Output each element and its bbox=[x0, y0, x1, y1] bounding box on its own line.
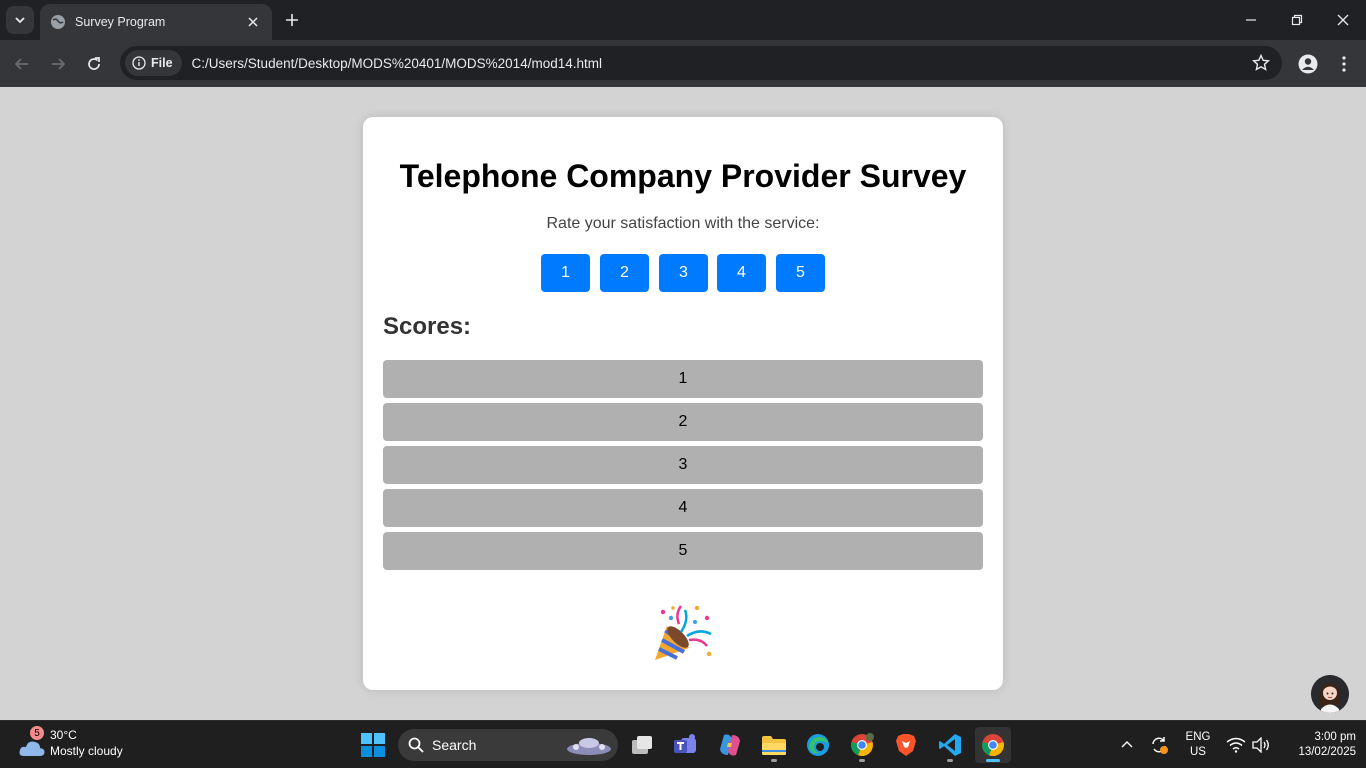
score-row: 1 bbox=[383, 360, 983, 398]
taskbar-edge[interactable] bbox=[800, 727, 836, 763]
taskbar-brave[interactable] bbox=[888, 727, 924, 763]
taskbar: 5 30°C Mostly cloudy Search ENG US 3:00 … bbox=[0, 720, 1366, 768]
start-button[interactable] bbox=[355, 727, 391, 763]
rate-button-3[interactable]: 3 bbox=[659, 254, 708, 292]
taskbar-task-view[interactable] bbox=[624, 727, 660, 763]
reload-button[interactable] bbox=[80, 50, 108, 78]
floating-avatar-button[interactable] bbox=[1311, 675, 1349, 713]
score-row: 4 bbox=[383, 489, 983, 527]
score-row: 5 bbox=[383, 532, 983, 570]
weather-temperature: 30°C bbox=[50, 728, 77, 742]
avatar-icon bbox=[1311, 675, 1349, 713]
taskbar-copilot[interactable] bbox=[712, 727, 748, 763]
bookmark-star-icon[interactable] bbox=[1252, 54, 1270, 72]
profile-icon bbox=[1298, 54, 1318, 74]
scores-heading: Scores: bbox=[383, 313, 472, 340]
running-indicator bbox=[947, 759, 953, 762]
tab-search-button[interactable] bbox=[6, 6, 34, 34]
weather-description: Mostly cloudy bbox=[50, 744, 123, 758]
close-window-button[interactable] bbox=[1320, 0, 1366, 40]
copilot-icon bbox=[720, 734, 740, 756]
rate-button-2[interactable]: 2 bbox=[600, 254, 649, 292]
taskbar-search[interactable]: Search bbox=[398, 729, 618, 761]
edge-icon bbox=[807, 734, 829, 756]
weather-widget[interactable]: 5 30°C Mostly cloudy bbox=[14, 726, 154, 764]
rating-buttons: 1 2 3 4 5 bbox=[541, 254, 831, 292]
sync-status-button[interactable] bbox=[1142, 727, 1176, 763]
profile-button[interactable] bbox=[1294, 50, 1322, 78]
rate-button-5[interactable]: 5 bbox=[776, 254, 825, 292]
taskbar-file-explorer[interactable] bbox=[756, 727, 792, 763]
search-label: Search bbox=[432, 737, 477, 753]
network-volume-button[interactable] bbox=[1220, 727, 1276, 763]
more-vertical-icon bbox=[1342, 56, 1346, 72]
chrome-icon bbox=[851, 733, 874, 757]
score-row: 2 bbox=[383, 403, 983, 441]
sync-icon bbox=[1152, 737, 1168, 754]
new-tab-button[interactable] bbox=[280, 8, 304, 32]
active-tab[interactable]: Survey Program bbox=[40, 4, 272, 40]
windows-logo-icon bbox=[361, 733, 385, 757]
tab-strip: Survey Program bbox=[0, 0, 1366, 40]
chevron-up-icon bbox=[1121, 741, 1133, 748]
plus-icon bbox=[286, 14, 298, 26]
language-indicator[interactable]: ENG US bbox=[1180, 730, 1216, 760]
chrome-icon bbox=[982, 734, 1004, 757]
rate-button-1[interactable]: 1 bbox=[541, 254, 590, 292]
url-text[interactable]: C:/Users/Student/Desktop/MODS%20401/MODS… bbox=[192, 56, 602, 71]
active-indicator bbox=[986, 759, 1000, 762]
arrow-right-icon bbox=[52, 58, 66, 70]
restore-icon bbox=[1291, 14, 1303, 26]
rating-prompt: Rate your satisfaction with the service: bbox=[546, 215, 820, 232]
volume-icon bbox=[1252, 737, 1269, 753]
clock-date: 13/02/2025 bbox=[1298, 746, 1356, 758]
brave-icon bbox=[896, 734, 916, 756]
close-icon bbox=[248, 17, 258, 27]
taskbar-chrome-profile[interactable] bbox=[844, 727, 880, 763]
party-popper-icon bbox=[655, 605, 712, 660]
restore-button[interactable] bbox=[1274, 0, 1320, 40]
browser-menu-button[interactable] bbox=[1330, 50, 1358, 78]
teams-icon bbox=[674, 734, 696, 753]
taskbar-teams[interactable] bbox=[667, 727, 703, 763]
reload-icon bbox=[88, 57, 100, 70]
search-highlight-icon bbox=[567, 738, 611, 755]
forward-button[interactable] bbox=[44, 50, 72, 78]
taskbar-chrome-active[interactable] bbox=[975, 727, 1011, 763]
back-button[interactable] bbox=[8, 50, 36, 78]
page-title: Telephone Company Provider Survey bbox=[399, 158, 967, 194]
wifi-icon bbox=[1226, 737, 1246, 753]
minimize-icon bbox=[1246, 19, 1256, 21]
address-bar[interactable]: File C:/Users/Student/Desktop/MODS%20401… bbox=[120, 46, 1282, 80]
chevron-down-icon bbox=[15, 17, 25, 24]
cloud-icon bbox=[19, 741, 45, 756]
minimize-button[interactable] bbox=[1228, 0, 1274, 40]
rate-button-4[interactable]: 4 bbox=[717, 254, 766, 292]
survey-card: Telephone Company Provider Survey Rate y… bbox=[363, 117, 1003, 690]
search-icon bbox=[408, 737, 424, 753]
running-indicator bbox=[859, 759, 865, 762]
show-hidden-icons-button[interactable] bbox=[1110, 727, 1144, 763]
site-chip-label: File bbox=[151, 56, 173, 70]
score-row: 3 bbox=[383, 446, 983, 484]
weather-badge: 5 bbox=[30, 726, 44, 740]
vscode-icon bbox=[939, 734, 961, 756]
globe-icon bbox=[51, 15, 65, 29]
task-view-icon bbox=[632, 736, 652, 754]
taskbar-vscode[interactable] bbox=[932, 727, 968, 763]
page-viewport: Telephone Company Provider Survey Rate y… bbox=[0, 87, 1366, 720]
arrow-left-icon bbox=[14, 58, 28, 70]
browser-toolbar: File C:/Users/Student/Desktop/MODS%20401… bbox=[0, 40, 1366, 87]
site-info-chip[interactable]: File bbox=[125, 50, 182, 76]
folder-icon bbox=[762, 736, 786, 755]
running-indicator bbox=[771, 759, 777, 762]
clock-time: 3:00 pm bbox=[1314, 731, 1356, 743]
close-icon bbox=[1337, 14, 1349, 26]
keyboard-region: US bbox=[1190, 746, 1206, 758]
language-code: ENG bbox=[1185, 731, 1211, 743]
tab-close-button[interactable] bbox=[244, 13, 262, 31]
tab-title: Survey Program bbox=[75, 15, 166, 29]
info-icon bbox=[132, 56, 146, 70]
clock[interactable]: 3:00 pm 13/02/2025 bbox=[1280, 730, 1356, 760]
